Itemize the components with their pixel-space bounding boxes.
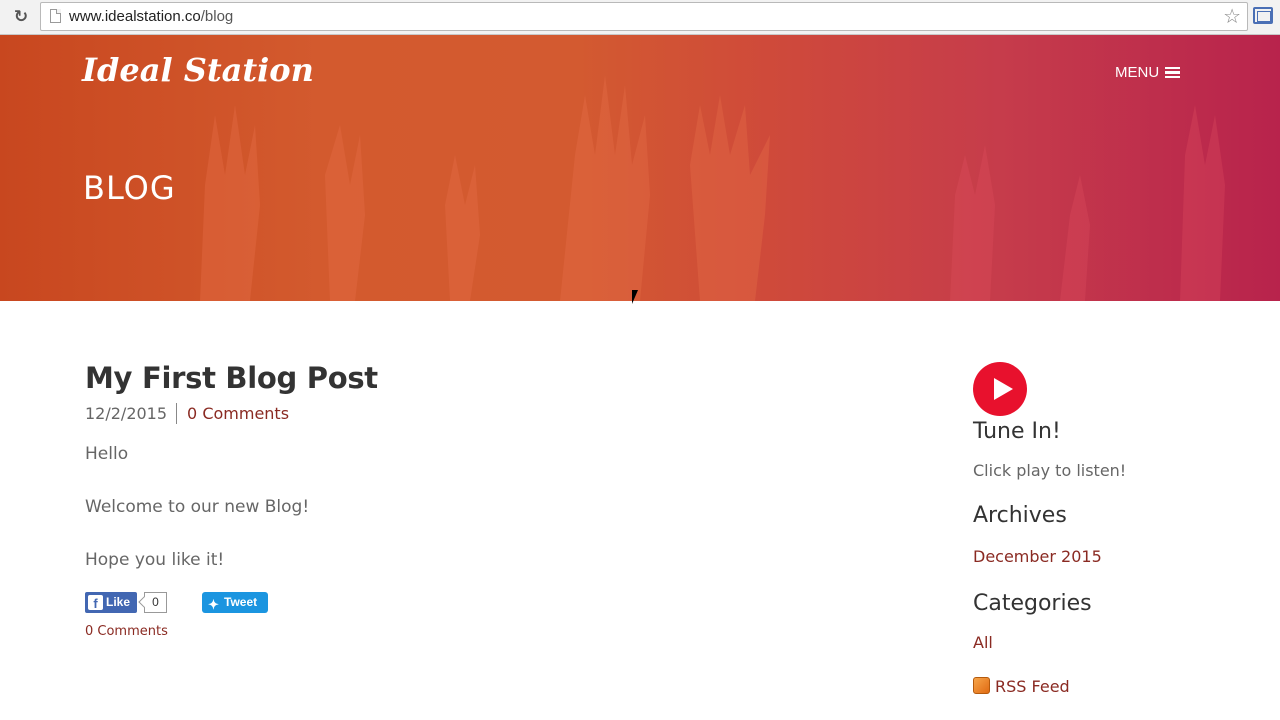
site-logo[interactable]: Ideal Station <box>82 51 314 89</box>
twitter-bird-icon: ✦ <box>208 597 219 612</box>
post-paragraph: Welcome to our new Blog! <box>85 497 310 517</box>
categories-heading: Categories <box>973 591 1092 616</box>
post-title[interactable]: My First Blog Post <box>85 361 378 395</box>
cast-icon[interactable] <box>1253 7 1273 24</box>
mouse-cursor-icon <box>632 290 638 304</box>
browser-toolbar: ↻ www.idealstation.co/blog ☆ <box>0 0 1280 35</box>
facebook-like-button[interactable]: f Like <box>85 592 137 613</box>
post-paragraph: Hope you like it! <box>85 550 225 570</box>
hamburger-icon <box>1165 66 1181 79</box>
menu-button[interactable]: MENU <box>1115 64 1181 81</box>
play-button-icon[interactable] <box>973 362 1027 416</box>
rss-feed-link[interactable]: RSS Feed <box>995 677 1070 696</box>
url-path: /blog <box>200 8 234 25</box>
tune-in-heading: Tune In! <box>973 419 1061 444</box>
post-date: 12/2/2015 <box>85 404 168 423</box>
hero-banner: Ideal Station MENU BLOG <box>0 35 1280 301</box>
address-bar[interactable]: www.idealstation.co/blog ☆ <box>40 2 1248 31</box>
rss-icon[interactable] <box>973 677 990 694</box>
post-meta: 12/2/2015 0 Comments <box>85 403 289 424</box>
tweet-button[interactable]: ✦ Tweet <box>202 592 268 613</box>
reload-icon[interactable]: ↻ <box>10 6 32 28</box>
post-paragraph: Hello <box>85 444 129 464</box>
category-link-all[interactable]: All <box>973 633 993 652</box>
archive-link-december-2015[interactable]: December 2015 <box>973 547 1102 566</box>
bookmark-star-icon[interactable]: ☆ <box>1223 5 1241 27</box>
like-count: 0 <box>144 592 167 613</box>
page-icon <box>50 9 61 23</box>
meta-divider <box>176 403 178 424</box>
url-host: www.idealstation.co <box>69 8 201 25</box>
archives-heading: Archives <box>973 503 1067 528</box>
tweet-label: Tweet <box>224 595 258 609</box>
page-title: BLOG <box>83 169 176 207</box>
like-label: Like <box>106 595 131 609</box>
menu-label: MENU <box>1115 64 1160 81</box>
tune-in-text: Click play to listen! <box>973 461 1127 480</box>
comments-footer-link[interactable]: 0 Comments <box>85 624 168 639</box>
facebook-icon: f <box>88 595 103 611</box>
url-text: www.idealstation.co/blog <box>69 8 233 25</box>
comments-link[interactable]: 0 Comments <box>187 404 289 423</box>
